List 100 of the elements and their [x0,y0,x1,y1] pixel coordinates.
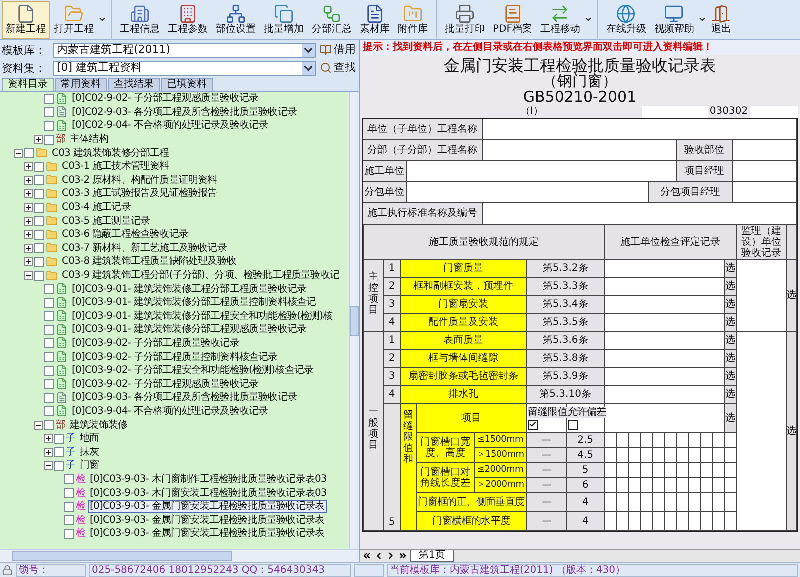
select-button[interactable]: 选 [725,386,736,403]
dropdown-field[interactable]: [0] 建筑工程资料 [53,60,316,76]
toolbar-button[interactable]: 素材库 [356,0,394,38]
expand-icon[interactable] [24,230,33,240]
tree-item[interactable]: [0]C03-9-02- 子分部工程安全和功能检验(检测)核查记录 [70,364,316,378]
checkbox[interactable] [568,420,578,430]
select-button[interactable]: 选 [725,350,736,367]
select-button[interactable]: 选 [725,368,736,385]
tree-item[interactable]: [0]C02-9-03- 各分项工程及所含检验批质量验收记录 [70,106,299,119]
input-field[interactable] [483,203,797,224]
tree-item[interactable]: [0]C03-9-03- 金属门窗安装工程检验批质量验收记录表 [88,527,327,540]
select-button[interactable]: 选 [725,278,736,295]
tab[interactable]: 资料目录 [2,78,54,91]
select-button[interactable]: 选 [725,404,736,432]
tree-item[interactable]: 抹灰 [78,446,102,459]
checkbox[interactable] [44,324,54,335]
tree-item[interactable]: [0]C03-9-01- 建筑装饰装修分部工程安全和功能检验(检测)核 [70,310,335,323]
checkbox[interactable] [34,256,44,267]
previous-page-icon[interactable] [374,551,384,561]
expand-icon[interactable] [34,135,43,144]
checkbox[interactable] [44,134,54,145]
input-field[interactable] [736,260,787,332]
input-field[interactable] [407,161,677,181]
toolbar-button[interactable]: 部位设置 [212,0,260,38]
checkbox[interactable] [44,338,54,348]
checkbox[interactable] [64,502,74,512]
tab[interactable]: 常用资料 [55,78,107,91]
checkbox[interactable] [44,406,54,416]
tree-item[interactable]: C03-3 施工试验报告及见证检验报告 [60,187,220,200]
checkbox[interactable] [34,202,44,213]
toolbar-button[interactable]: 工程移动 [536,0,584,38]
checkbox[interactable] [44,420,54,430]
toolbar-button[interactable]: 工程参数 [164,0,212,38]
caret-icon[interactable] [584,15,594,24]
toolbar-button[interactable]: 打开工程 [50,0,98,38]
last-page-icon[interactable] [398,551,408,561]
tree-item[interactable]: [0]C03-9-03- 金属门窗安装工程检验批质量验收记录表 [88,514,327,527]
collapse-icon[interactable] [44,461,53,470]
input-field[interactable] [736,332,787,530]
input-field[interactable] [604,278,725,296]
checkbox[interactable] [34,188,44,199]
input-field[interactable] [483,119,797,139]
toolbar-button[interactable]: 视频帮助 [650,0,698,38]
checkbox[interactable] [44,352,54,362]
tree-item[interactable]: [0]C03-9-03- 金属门窗安装工程检验批质量验收记录表 [88,500,327,514]
borrow-button[interactable]: 借用 [319,42,357,58]
tree-item[interactable]: 建筑装饰装修 [68,418,130,432]
checkbox[interactable] [528,420,538,430]
expand-icon[interactable] [24,216,33,226]
horizontal-scrollbar[interactable] [0,549,359,562]
input-field[interactable] [604,386,725,404]
expand-icon[interactable] [24,189,33,198]
toolbar-button[interactable]: PDF档案 [489,0,536,38]
checkbox[interactable] [54,434,64,444]
checkbox[interactable] [34,230,44,240]
first-page-icon[interactable] [362,551,372,561]
checkbox[interactable] [64,528,74,539]
toolbar-button[interactable]: 附件库 [394,0,432,38]
checkbox[interactable] [64,515,74,526]
sheet-tab[interactable]: 第1页 [410,550,454,562]
tree-item[interactable]: C03-9 建筑装饰工程分部(子分部)、分项、检验批工程质量验收记 [60,269,342,282]
tree-item[interactable]: [0]C03-9-02- 子分部工程质量控制资料核查记录 [70,350,280,364]
toolbar-button[interactable]: 新建工程 [2,0,50,38]
tree-item[interactable]: C03 建筑装饰装修分部工程 [50,146,172,160]
checkbox[interactable] [44,94,54,104]
tree-item[interactable]: [0]C03-9-02- 子分部工程质量验收记录 [70,336,242,350]
expand-icon[interactable] [24,244,33,253]
checkbox[interactable] [44,284,54,294]
toolbar-button[interactable]: 工程信息 [116,0,164,38]
input-field[interactable] [483,140,677,160]
select-button[interactable]: 选 [725,260,736,277]
expand-icon[interactable] [24,257,33,266]
input-field[interactable] [750,106,798,118]
checkbox[interactable] [44,298,54,308]
checkbox[interactable] [24,148,34,158]
expand-icon[interactable] [24,176,33,185]
collapse-icon[interactable] [14,148,23,158]
select-button[interactable]: 选 [725,332,736,349]
tree-item[interactable]: [0]C03-9-04- 不合格项的处理记录及验收记录 [70,404,270,418]
input-field[interactable] [733,140,797,160]
collapse-icon[interactable] [34,420,43,430]
checkbox[interactable] [34,216,44,226]
tab[interactable]: 已填资料 [161,78,213,91]
checkbox[interactable] [44,379,54,390]
toolbar-button[interactable]: 退出 [707,0,736,38]
toolbar-button[interactable]: 在线升级 [602,0,650,38]
select-button[interactable]: 选 [725,314,736,331]
input-field[interactable] [733,182,797,202]
tree-item[interactable]: [0]C03-9-02- 子分部工程观感质量验收记录 [70,378,261,391]
tree-item[interactable]: C03-6 隐蔽工程检查验收记录 [60,228,190,242]
tree-item[interactable]: C03-2 原材料、构配件质量证明资料 [60,174,220,187]
checkbox[interactable] [44,311,54,322]
tree-item[interactable]: [0]C03-9-01- 建筑装饰装修工程分部工程质量验收记录 [70,282,309,296]
caret-icon[interactable] [698,15,708,24]
toolbar-button[interactable]: 分部汇总 [308,0,356,38]
tree-item[interactable]: C03-1 施工技术管理资料 [60,160,172,174]
checkbox[interactable] [34,162,44,172]
input-field[interactable] [604,296,725,314]
checkbox[interactable] [44,366,54,376]
checkbox[interactable] [64,488,74,498]
